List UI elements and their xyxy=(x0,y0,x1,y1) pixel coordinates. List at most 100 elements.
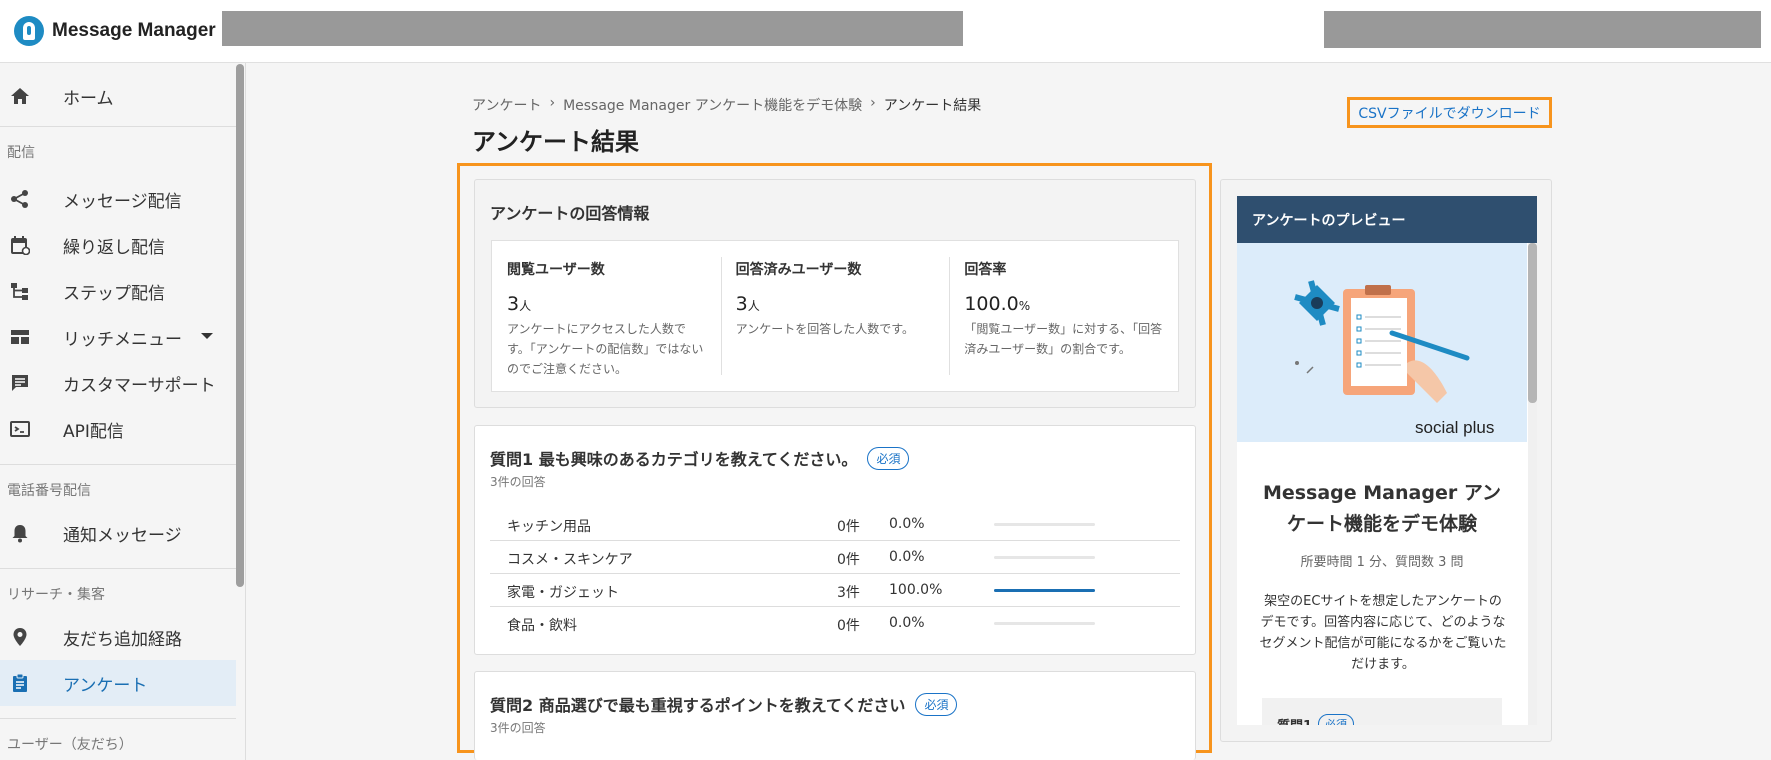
stat-description: アンケートを回答した人数です。 xyxy=(735,322,914,336)
home-icon xyxy=(9,85,31,107)
sidebar-item-rich-menu[interactable]: リッチメニュー xyxy=(0,314,236,360)
sidebar-item-label: アンケート xyxy=(63,675,148,696)
option-bar xyxy=(994,622,1095,625)
top-bar: Message Manager xyxy=(0,0,1771,63)
sidebar-divider xyxy=(0,126,236,127)
sidebar-item-api-delivery[interactable]: API配信 xyxy=(0,406,236,452)
option-label: コスメ・スキンケア xyxy=(507,552,633,568)
option-label: 家電・ガジェット xyxy=(507,585,619,601)
sidebar-item-repeat-delivery[interactable]: 繰り返し配信 xyxy=(0,222,236,268)
stat-value: 3人 xyxy=(735,293,760,315)
stat-viewers: 閲覧ユーザー数 3人 アンケートにアクセスした人数です。「アンケートの配信数」で… xyxy=(492,241,721,391)
app-name: Message Manager xyxy=(52,20,216,41)
sidebar: ホーム 配信 メッセージ配信 繰り返し配信 ステップ配信 リッチメニュー カスタ… xyxy=(0,63,246,760)
question-card-2: 質問2 商品選びで最も重視するポイントを教えてください 必須 3件の回答 xyxy=(474,671,1196,760)
chevron-down-icon[interactable] xyxy=(201,333,213,339)
question-title: 質問1 最も興味のあるカテゴリを教えてください。 必須 xyxy=(490,446,910,470)
table-row: 食品・飲料 0件 0.0% xyxy=(490,607,1180,640)
app-logo[interactable]: Message Manager xyxy=(14,16,216,46)
sidebar-item-label: API配信 xyxy=(63,421,124,442)
preview-title: Message Manager アンケート機能をデモ体験 xyxy=(1262,482,1502,535)
sidebar-divider xyxy=(0,568,236,569)
sidebar-item-survey[interactable]: アンケート xyxy=(0,660,236,706)
sidebar-item-message-delivery[interactable]: メッセージ配信 xyxy=(0,176,236,222)
breadcrumb-link-demo[interactable]: Message Manager アンケート機能をデモ体験 xyxy=(563,95,862,115)
csv-download-button[interactable]: CSVファイルでダウンロード xyxy=(1347,97,1552,128)
preview-question-card: 質問1 必須 xyxy=(1262,698,1502,725)
option-bar-fill xyxy=(994,589,1095,592)
stat-description: 「閲覧ユーザー数」に対する、「回答済みユーザー数」の割合です。 xyxy=(964,322,1163,356)
table-row: キッチン用品 0件 0.0% xyxy=(490,508,1180,541)
option-count: 0件 xyxy=(837,552,860,568)
option-bar xyxy=(994,589,1095,592)
bell-icon xyxy=(9,522,31,544)
preview-description: 架空のECサイトを想定したアンケートのデモです。回答内容に応じて、どのようなセグ… xyxy=(1259,594,1507,672)
stat-description: アンケートにアクセスした人数です。「アンケートの配信数」ではないのでご注意くださ… xyxy=(507,322,704,376)
share-icon xyxy=(9,188,31,210)
option-count: 0件 xyxy=(837,519,860,535)
redacted-area-left xyxy=(222,11,963,46)
stat-value: 3人 xyxy=(507,293,532,315)
response-info-card: アンケートの回答情報 閲覧ユーザー数 3人 アンケートにアクセスした人数です。「… xyxy=(474,179,1196,408)
option-bar xyxy=(994,523,1095,526)
sidebar-section-users: ユーザー（友だち） xyxy=(7,737,133,753)
breadcrumb-current: アンケート結果 xyxy=(883,98,982,114)
stat-respondents: 回答済みユーザー数 3人 アンケートを回答した人数です。 xyxy=(720,241,950,391)
rich-menu-icon xyxy=(9,326,31,348)
preview-header: アンケートのプレビュー xyxy=(1237,196,1537,243)
preview-subtitle: 所要時間 1 分、質問数 3 問 xyxy=(1300,555,1464,570)
sidebar-item-label: ステップ配信 xyxy=(63,283,165,304)
option-label: 食品・飲料 xyxy=(507,618,577,634)
required-badge: 必須 xyxy=(867,446,910,470)
sidebar-item-friend-route[interactable]: 友だち追加経路 xyxy=(0,614,236,660)
location-pin-icon xyxy=(9,626,31,648)
breadcrumb-separator: › xyxy=(870,95,876,111)
step-tree-icon xyxy=(9,280,31,302)
x-logo-icon xyxy=(1294,280,1340,326)
sidebar-item-customer-support[interactable]: カスタマーサポート xyxy=(0,360,236,406)
page-title: アンケート結果 xyxy=(472,128,640,156)
sidebar-item-label: 繰り返し配信 xyxy=(63,237,165,258)
sidebar-item-step-delivery[interactable]: ステップ配信 xyxy=(0,268,236,314)
sidebar-item-label: リッチメニュー xyxy=(63,329,182,350)
sidebar-item-notification-message[interactable]: 通知メッセージ xyxy=(0,510,236,556)
sidebar-divider xyxy=(0,464,236,465)
sidebar-section-delivery: 配信 xyxy=(7,145,35,161)
preview-hero-image: social plus xyxy=(1237,243,1527,442)
calendar-repeat-icon xyxy=(9,234,31,256)
table-row: コスメ・スキンケア 0件 0.0% xyxy=(490,541,1180,574)
terminal-icon xyxy=(9,418,31,440)
sidebar-item-label: メッセージ配信 xyxy=(63,191,182,212)
sidebar-item-label: カスタマーサポート xyxy=(63,375,216,396)
chat-icon xyxy=(9,372,31,394)
required-badge: 必須 xyxy=(915,692,958,716)
question-title: 質問2 商品選びで最も重視するポイントを教えてください 必須 xyxy=(490,692,958,716)
breadcrumb-link-survey[interactable]: アンケート xyxy=(472,95,541,115)
message-manager-logo-icon xyxy=(14,16,44,46)
required-badge: 必須 xyxy=(1318,714,1355,725)
sidebar-item-label: ホーム xyxy=(63,88,114,109)
stat-value: 100.0% xyxy=(964,293,1031,315)
stats-panel: 閲覧ユーザー数 3人 アンケートにアクセスした人数です。「アンケートの配信数」で… xyxy=(491,240,1179,392)
sidebar-scrollbar[interactable] xyxy=(236,64,244,587)
preview-body[interactable]: social plus Message Manager アンケート機能をデモ体験… xyxy=(1237,243,1537,725)
sidebar-item-home[interactable]: ホーム xyxy=(0,73,236,119)
preview-scrollbar[interactable] xyxy=(1528,243,1537,403)
sidebar-item-label: 通知メッセージ xyxy=(63,525,182,546)
option-percent: 100.0% xyxy=(889,582,943,598)
option-table: キッチン用品 0件 0.0% コスメ・スキンケア 0件 0.0% 家電・ガジェッ… xyxy=(490,508,1180,640)
sidebar-divider xyxy=(0,718,236,719)
survey-preview-card: アンケートのプレビュー social plus Message Manager … xyxy=(1220,179,1552,742)
clipboard-icon xyxy=(9,672,31,694)
sidebar-item-label: 友だち追加経路 xyxy=(63,629,182,650)
sidebar-section-phone: 電話番号配信 xyxy=(7,483,91,499)
breadcrumb-separator: › xyxy=(549,95,556,111)
sidebar-section-research: リサーチ・集客 xyxy=(7,587,105,603)
response-info-title: アンケートの回答情報 xyxy=(490,204,650,223)
option-percent: 0.0% xyxy=(889,549,925,565)
option-count: 3件 xyxy=(837,585,860,601)
redacted-area-right xyxy=(1324,11,1761,48)
response-count: 3件の回答 xyxy=(490,475,546,489)
option-count: 0件 xyxy=(837,618,860,634)
brand-wordmark: social plus xyxy=(1415,418,1494,437)
